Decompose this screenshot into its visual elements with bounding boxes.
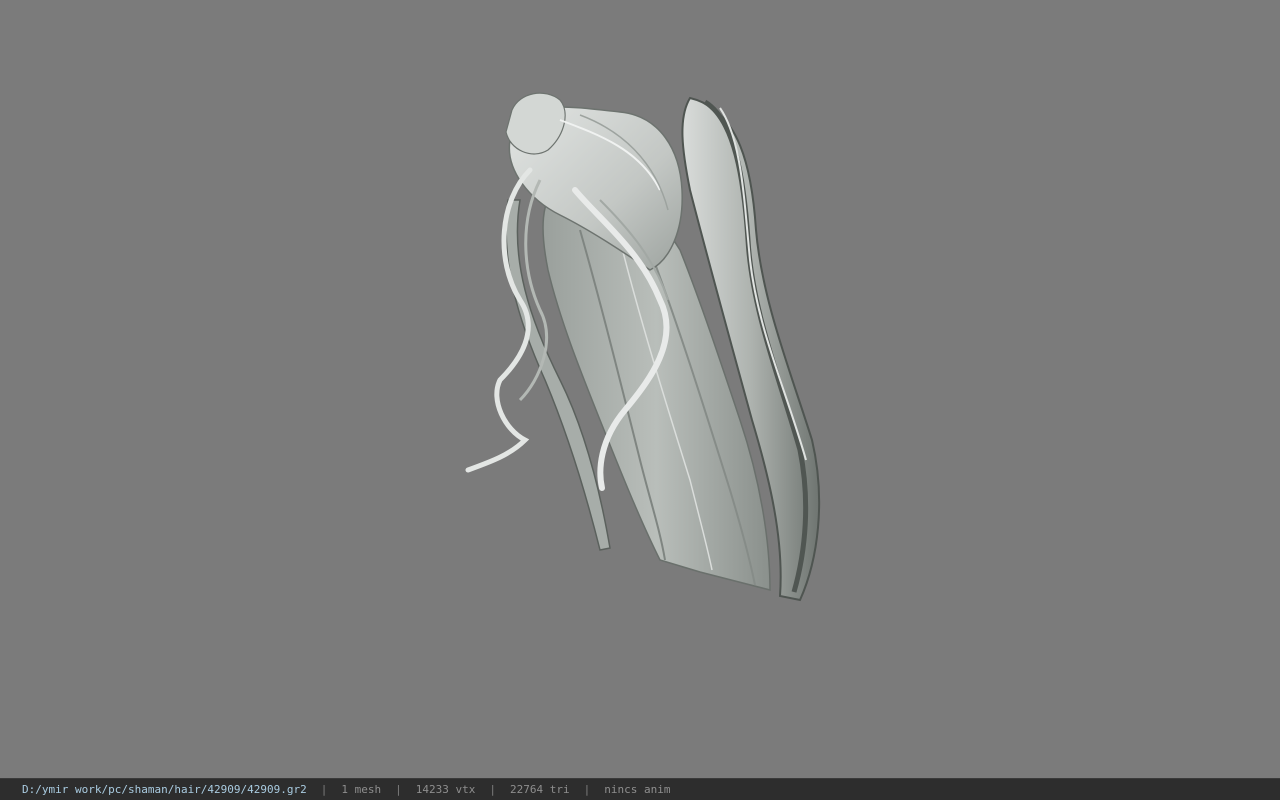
mesh-count: 1 mesh <box>341 783 382 796</box>
anim-status: nincs anim <box>604 783 671 796</box>
status-bar: D:/ymir work/pc/shaman/hair/42909/42909.… <box>0 778 1280 800</box>
separator: | <box>489 783 497 796</box>
separator: | <box>395 783 402 796</box>
hair-model-render <box>465 92 821 602</box>
separator: | <box>583 783 591 796</box>
3d-viewport[interactable] <box>0 0 1280 778</box>
vertex-count: 14233 vtx <box>415 783 476 796</box>
triangle-count: 22764 tri <box>510 783 570 796</box>
separator: | <box>320 783 328 796</box>
file-path: D:/ymir work/pc/shaman/hair/42909/42909.… <box>22 783 307 796</box>
